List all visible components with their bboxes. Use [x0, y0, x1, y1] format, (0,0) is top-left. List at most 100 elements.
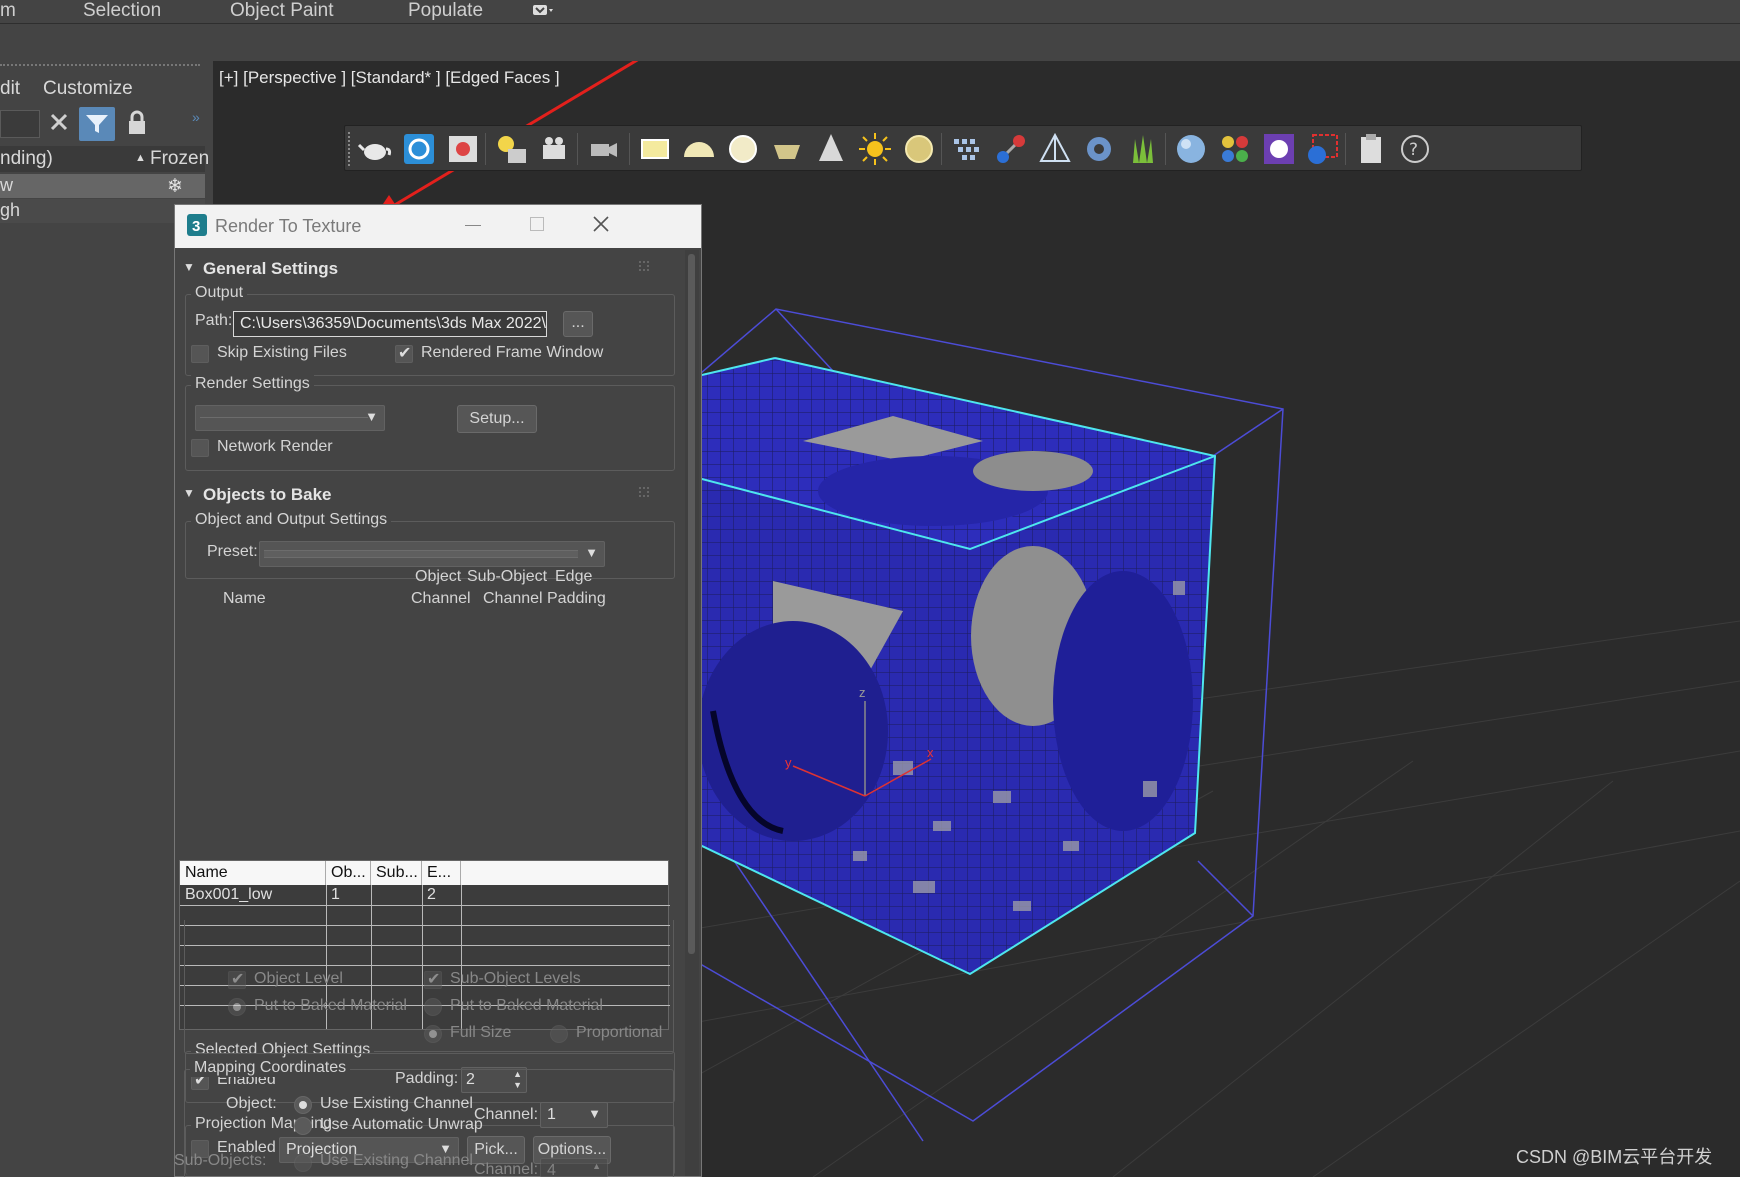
- toolbar-grip[interactable]: [348, 132, 351, 166]
- menu-bar: m Selection Object Paint Populate: [0, 0, 1740, 24]
- menu-edit[interactable]: dit: [0, 78, 20, 100]
- sphere-icon[interactable]: [725, 131, 761, 167]
- viewport-label[interactable]: [+] [Perspective ] [Standard* ] [Edged F…: [219, 68, 560, 88]
- channel-dropdown[interactable]: 1 ▼: [540, 1102, 608, 1128]
- objects-to-bake-rollout[interactable]: ▼ Objects to Bake: [181, 483, 681, 511]
- put-baked-label-1: Put to Baked Material: [254, 997, 407, 1014]
- camera-icon[interactable]: [537, 131, 573, 167]
- clipboard-icon[interactable]: [1353, 131, 1389, 167]
- menu-item-selection[interactable]: Selection: [83, 0, 161, 22]
- subobjects-label: Sub-Objects:: [174, 1152, 267, 1169]
- sphere-blue-icon[interactable]: [1173, 131, 1209, 167]
- palette-icon[interactable]: [1261, 131, 1297, 167]
- sub-use-existing-radio[interactable]: [294, 1154, 312, 1172]
- sub-channel-label: Channel:: [474, 1161, 539, 1177]
- column-subobject-channel-label-2: Channel: [483, 590, 543, 607]
- scrollbar-thumb[interactable]: [688, 254, 695, 954]
- panel-grip[interactable]: [0, 64, 200, 68]
- expand-chevron-icon[interactable]: »: [192, 109, 200, 125]
- full-size-radio[interactable]: [424, 1025, 442, 1043]
- rendered-frame-icon[interactable]: [445, 131, 481, 167]
- filter-icon[interactable]: [79, 107, 115, 141]
- network-render-checkbox[interactable]: [191, 439, 209, 457]
- help-icon[interactable]: ?: [1397, 131, 1433, 167]
- cone-icon[interactable]: [813, 131, 849, 167]
- put-baked-radio-1[interactable]: [228, 998, 246, 1016]
- channel-label: Channel:: [474, 1106, 539, 1123]
- general-settings-rollout[interactable]: ▼ General Settings: [181, 257, 681, 285]
- teapot-icon[interactable]: [357, 131, 393, 167]
- dialog-scrollbar[interactable]: [685, 250, 699, 1176]
- table-header-name[interactable]: Name: [180, 861, 326, 885]
- rollout-grip-icon[interactable]: [639, 487, 649, 497]
- setup-button[interactable]: Setup...: [457, 405, 537, 433]
- sub-channel-value: 4: [547, 1162, 556, 1177]
- camera-view-icon[interactable]: [585, 131, 621, 167]
- render-setup-icon[interactable]: [401, 131, 437, 167]
- secondary-toolbar-strip: [0, 25, 1740, 61]
- render-region-icon[interactable]: [1305, 131, 1341, 167]
- axis-y-label: y: [785, 755, 792, 770]
- browse-button[interactable]: ...: [563, 311, 593, 337]
- table-row[interactable]: Box001_low 1 2: [180, 885, 668, 905]
- object-level-checkbox[interactable]: ✔: [228, 971, 246, 989]
- menu-item-m[interactable]: m: [0, 0, 16, 22]
- proportional-radio[interactable]: [550, 1025, 568, 1043]
- rendered-frame-checkbox[interactable]: ✔: [395, 345, 413, 363]
- skip-existing-label: Skip Existing Files: [217, 344, 347, 361]
- gear-cloud-icon[interactable]: [1081, 131, 1117, 167]
- plane-icon[interactable]: [637, 131, 673, 167]
- cell-subobject-channel: [371, 883, 422, 907]
- use-auto-unwrap-label: Use Automatic Unwrap: [320, 1116, 483, 1133]
- grass-icon[interactable]: [1125, 131, 1161, 167]
- table-header-edge-padding[interactable]: E...: [422, 861, 461, 885]
- render-preset-dropdown[interactable]: ▼: [195, 405, 385, 431]
- skip-existing-checkbox[interactable]: [191, 345, 209, 363]
- rollout-grip-icon[interactable]: [639, 261, 649, 271]
- full-size-label: Full Size: [450, 1024, 512, 1041]
- cell-edge-padding: 2: [427, 886, 436, 903]
- menu-item-object-paint[interactable]: Object Paint: [230, 0, 334, 22]
- path-label: Path:: [195, 312, 233, 329]
- path-input[interactable]: C:\Users\36359\Documents\3ds Max 2022\sc…: [233, 311, 547, 337]
- preset-label: Preset:: [207, 543, 258, 560]
- workspace-dropdown-icon[interactable]: [532, 2, 554, 18]
- clear-icon[interactable]: [48, 111, 70, 133]
- dialog-titlebar[interactable]: 3 Render To Texture: [175, 205, 701, 248]
- column-sort[interactable]: nding): [0, 148, 53, 170]
- column-frozen[interactable]: Frozen: [150, 148, 209, 170]
- put-baked-radio-2[interactable]: [424, 998, 442, 1016]
- use-auto-unwrap-radio[interactable]: [294, 1117, 312, 1135]
- freeze-icon[interactable]: ❄: [167, 175, 183, 198]
- network-render-label: Network Render: [217, 438, 333, 455]
- color-dots-icon[interactable]: [1217, 131, 1253, 167]
- preset-dropdown[interactable]: ▼: [259, 541, 605, 567]
- watermark: CSDN @BIM云平台开发: [1516, 1147, 1713, 1167]
- dialog-title: Render To Texture: [215, 216, 362, 236]
- grid-icon[interactable]: [949, 131, 985, 167]
- spinner-arrows-icon[interactable]: ▲: [592, 1161, 601, 1171]
- teapot-bowl-icon[interactable]: [769, 131, 805, 167]
- chevron-down-icon: ▼: [585, 545, 598, 560]
- subobject-levels-checkbox[interactable]: ✔: [424, 971, 442, 989]
- mapping-coordinates-label: Mapping Coordinates: [190, 1059, 351, 1077]
- sub-channel-spinner[interactable]: 4 ▲: [540, 1158, 608, 1177]
- lock-icon[interactable]: [126, 109, 148, 137]
- use-existing-radio[interactable]: [294, 1096, 312, 1114]
- light-lister-icon[interactable]: [493, 131, 529, 167]
- menu-customize[interactable]: Customize: [43, 78, 133, 100]
- dome-icon[interactable]: [681, 131, 717, 167]
- menu-item-populate[interactable]: Populate: [408, 0, 483, 22]
- explorer-row-1[interactable]: w ❄: [0, 174, 205, 198]
- close-icon[interactable]: [590, 213, 612, 235]
- pyramid-icon[interactable]: [1037, 131, 1073, 167]
- disc-icon[interactable]: [901, 131, 937, 167]
- sun-icon[interactable]: [857, 131, 893, 167]
- object-label: Object:: [226, 1095, 277, 1112]
- minimize-icon[interactable]: [465, 225, 481, 226]
- maximize-icon[interactable]: [530, 217, 544, 231]
- molecule-icon[interactable]: [993, 131, 1029, 167]
- search-input[interactable]: [0, 110, 40, 138]
- table-header-subobject-channel[interactable]: Sub...: [371, 861, 422, 885]
- table-header-object-channel[interactable]: Ob...: [326, 861, 371, 885]
